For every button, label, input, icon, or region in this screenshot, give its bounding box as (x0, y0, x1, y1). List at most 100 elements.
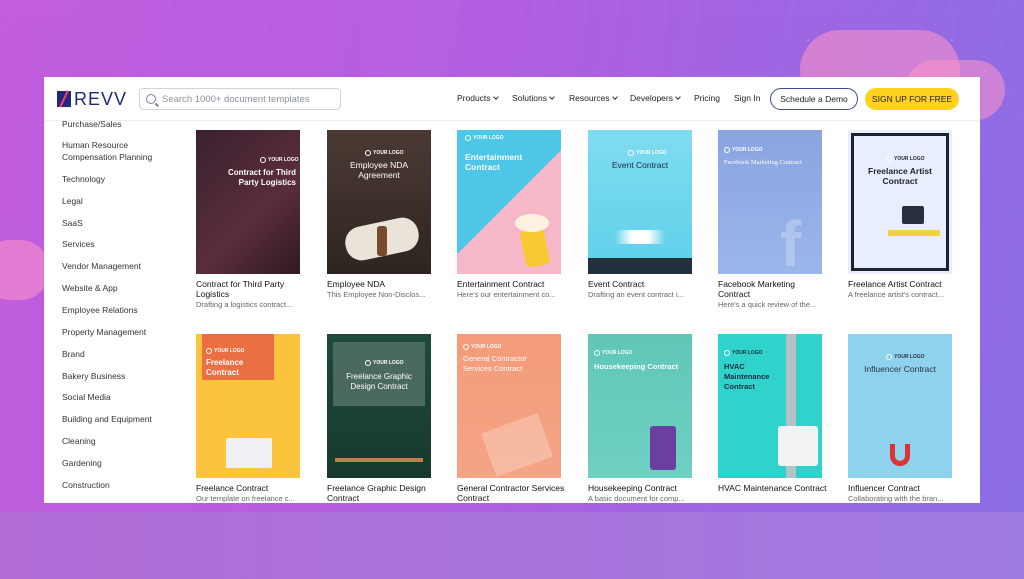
background-bottom-band (0, 512, 1024, 579)
monitor-illustration (902, 206, 924, 224)
stage-illustration (588, 258, 692, 274)
your-logo-mark: YOUR LOGO (594, 350, 633, 356)
template-description: Drafting an event contract i... (588, 290, 684, 299)
your-logo-mark: YOUR LOGO (724, 350, 763, 356)
template-card-thumbnail[interactable]: YOUR LOGO Entertainment Contract (457, 130, 561, 274)
revv-logo[interactable]: REVV (57, 89, 127, 109)
nav-resources-label: Resources (569, 93, 610, 103)
your-logo-mark: YOUR LOGO (463, 344, 502, 350)
schedule-demo-button[interactable]: Schedule a Demo (770, 88, 858, 110)
template-card-thumbnail[interactable]: YOUR LOGO Event Contract (588, 130, 692, 274)
template-description: Drafting a logistics contract... (196, 300, 293, 309)
your-logo-mark: YOUR LOGO (260, 157, 299, 163)
facebook-icon: f (780, 208, 802, 274)
your-logo-mark: YOUR LOGO (886, 354, 925, 360)
your-logo-mark: YOUR LOGO (365, 360, 404, 366)
template-title[interactable]: Freelance Graphic Design Contract (327, 483, 437, 503)
template-card-thumbnail[interactable]: YOUR LOGO Facebook Marketing Contract f (718, 130, 822, 274)
crane-illustration (480, 413, 554, 477)
thumbnail-title: Freelance Graphic Design Contract (346, 372, 412, 391)
revv-logo-icon (57, 91, 71, 107)
template-card-thumbnail[interactable]: YOUR LOGO Influencer Contract (848, 334, 952, 478)
template-description: Our template on freelance c... (196, 494, 295, 503)
thumbnail-title: Entertainment Contract (465, 152, 523, 172)
search-icon (146, 94, 156, 104)
cleaning-cart-illustration (650, 426, 676, 470)
thumbnail-frame (851, 133, 949, 271)
template-grid: YOUR LOGO Contract for Third Party Logis… (44, 121, 980, 503)
nav-sign-in[interactable]: Sign In (734, 93, 760, 103)
template-card-thumbnail[interactable]: YOUR LOGO Employee NDA Agreement (327, 130, 431, 274)
template-description: A freelance artist's contract... (848, 290, 945, 299)
template-title[interactable]: Influencer Contract (848, 483, 958, 493)
template-title[interactable]: Event Contract (588, 279, 698, 289)
browser-window: REVV Products Solutions Resources Develo… (44, 77, 980, 503)
template-card-thumbnail[interactable]: YOUR LOGO Housekeeping Contract (588, 334, 692, 478)
nav-products-label: Products (457, 93, 491, 103)
nav-solutions-label: Solutions (512, 93, 547, 103)
popcorn-illustration (515, 214, 549, 232)
template-description: A basic document for comp... (588, 494, 685, 503)
spotlights-illustration (598, 230, 682, 244)
nav-solutions[interactable]: Solutions (512, 93, 555, 103)
nav-developers[interactable]: Developers (630, 93, 681, 103)
nav-resources[interactable]: Resources (569, 93, 618, 103)
logo-text: REVV (74, 88, 128, 109)
your-logo-mark: YOUR LOGO (886, 156, 925, 162)
template-title[interactable]: Housekeeping Contract (588, 483, 698, 493)
search-box[interactable] (139, 88, 341, 110)
template-card-thumbnail[interactable]: YOUR LOGO HVAC Maintenance Contract (718, 334, 822, 478)
site-header: REVV Products Solutions Resources Develo… (44, 77, 980, 121)
stamp-illustration (377, 226, 387, 256)
template-title[interactable]: HVAC Maintenance Contract (718, 483, 828, 493)
thumbnail-title: Contract for Third Party Logistics (228, 168, 296, 187)
desk-illustration (888, 230, 940, 236)
template-card-thumbnail[interactable]: YOUR LOGO Freelance Contract (196, 334, 300, 478)
thumbnail-title: Influencer Contract (864, 364, 936, 374)
thumbnail-title: Employee NDA Agreement (349, 160, 409, 180)
your-logo-mark: YOUR LOGO (365, 150, 404, 156)
thumbnail-title: Freelance Artist Contract (868, 166, 932, 186)
chevron-down-icon (611, 94, 618, 100)
desk-illustration (335, 458, 423, 462)
template-title[interactable]: Freelance Contract (196, 483, 306, 493)
chevron-down-icon (492, 94, 499, 100)
your-logo-mark: YOUR LOGO (206, 348, 245, 354)
template-card-thumbnail[interactable]: YOUR LOGO General Contractor Services Co… (457, 334, 561, 478)
laptop-illustration (226, 438, 272, 468)
your-logo-mark: YOUR LOGO (724, 147, 763, 153)
thumbnail-title: Housekeeping Contract (594, 362, 679, 371)
nav-products[interactable]: Products (457, 93, 499, 103)
thumbnail-title: HVAC Maintenance Contract (724, 362, 770, 391)
template-title[interactable]: Facebook Marketing Contract (718, 279, 828, 299)
template-description: Here's our entertainment co... (457, 290, 556, 299)
background-cloud-left (0, 240, 50, 300)
chevron-down-icon (675, 94, 681, 100)
nav-sign-in-label: Sign In (734, 93, 761, 103)
popcorn-cup-illustration (519, 227, 551, 269)
template-title[interactable]: Entertainment Contract (457, 279, 567, 289)
template-title[interactable]: Contract for Third Party Logistics (196, 279, 306, 299)
template-description: This Employee Non-Disclos... (327, 290, 426, 299)
search-input[interactable] (162, 93, 332, 105)
chevron-down-icon (549, 94, 555, 100)
template-card-thumbnail[interactable]: YOUR LOGO Freelance Artist Contract (848, 130, 952, 274)
template-title[interactable]: Employee NDA (327, 279, 437, 289)
nav-pricing[interactable]: Pricing (694, 93, 720, 103)
thumbnail-title: Event Contract (611, 160, 669, 170)
nav-developers-label: Developers (630, 93, 673, 103)
nav-pricing-label: Pricing (694, 93, 720, 103)
thumbnail-title: Freelance Contract (206, 358, 244, 377)
your-logo-mark: YOUR LOGO (628, 150, 667, 156)
template-description: Collaborating with the bran... (848, 494, 944, 503)
template-card-thumbnail[interactable]: YOUR LOGO Freelance Graphic Design Contr… (327, 334, 431, 478)
template-title[interactable]: Freelance Artist Contract (848, 279, 958, 289)
template-title[interactable]: General Contractor Services Contract (457, 483, 567, 503)
thumbnail-title: Facebook Marketing Contract (724, 159, 802, 166)
ac-unit-illustration (778, 426, 818, 466)
template-description: Here's a quick review of the... (718, 300, 817, 309)
magnet-icon (890, 444, 910, 466)
your-logo-mark: YOUR LOGO (465, 135, 504, 141)
sign-up-button[interactable]: SIGN UP FOR FREE (865, 88, 959, 110)
template-card-thumbnail[interactable]: YOUR LOGO Contract for Third Party Logis… (196, 130, 300, 274)
